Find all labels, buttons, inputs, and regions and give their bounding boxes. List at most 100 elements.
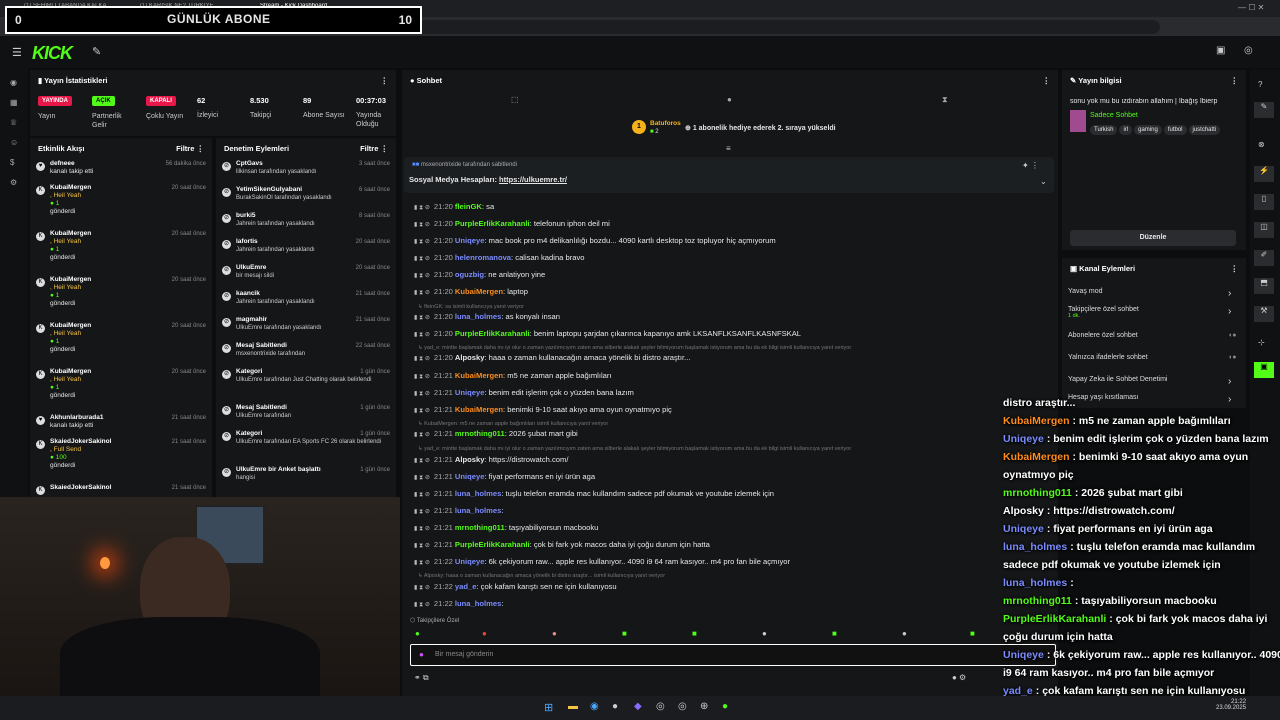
chat-message[interactable]: ▮ ⧗ ⊘ 21:20 luna_holmes: as konyalı insan xyxy=(414,312,560,322)
message-actions-icon[interactable]: ▮ ⧗ ⊘ xyxy=(414,458,430,464)
message-actions-icon[interactable]: ▮ ⧗ ⊘ xyxy=(414,205,430,211)
expand-icon[interactable]: ⌄ xyxy=(1040,177,1047,186)
chat-message[interactable]: ▮ ⧗ ⊘ 21:22 Uniqeye: 6k çekiyorum raw... a… xyxy=(414,557,790,567)
stream-tag[interactable]: Turkish xyxy=(1090,125,1118,135)
activity-item[interactable]: K KubaiMergen, Heil Yeah ● 1 gönderdi 20 saa… xyxy=(30,184,212,216)
message-actions-icon[interactable]: ▮ ⧗ ⊘ xyxy=(414,239,430,245)
message-username[interactable]: oguzbig xyxy=(455,270,484,279)
community-icon[interactable]: ☺ xyxy=(10,138,19,147)
clock[interactable]: 21:22 23.09.2025 xyxy=(1216,699,1246,711)
message-actions-icon[interactable]: ▮ ⧗ ⊘ xyxy=(414,408,430,414)
dashboard-icon[interactable]: ▦ xyxy=(10,98,19,107)
message-actions-icon[interactable]: ▮ ⧗ ⊘ xyxy=(414,492,430,498)
message-username[interactable]: luna_holmes xyxy=(455,312,501,321)
chat-message[interactable]: ▮ ⧗ ⊘ 21:21 KubaiMergen: m5 ne zaman apple… xyxy=(414,371,612,381)
message-username[interactable]: luna_holmes xyxy=(455,599,501,608)
message-actions-icon[interactable]: ▮ ⧗ ⊘ xyxy=(414,356,430,362)
moderation-item[interactable]: ⊘ Mesaj Sabitlendi UlkuEmre tarafından 1 gü… xyxy=(216,404,396,420)
kick-logo[interactable]: KICK xyxy=(32,43,73,64)
activity-item[interactable]: K KubaiMergen, Heil Yeah ● 1 gönderdi 20 saa… xyxy=(30,276,212,308)
chat-message[interactable]: ▮ ⧗ ⊘ 21:21 KubaiMergen: benimki 9-10 saat… xyxy=(414,405,672,415)
chat-message[interactable]: ▮ ⧗ ⊘ 21:20 oguzbig: ne anlatiyon yine xyxy=(414,270,545,280)
moderation-item[interactable]: ⊘ kaancik Jahrein tarafından yasaklandı 21 … xyxy=(216,290,396,306)
chat-message[interactable]: ▮ ⧗ ⊘ 21:20 fleinGK: sa xyxy=(414,202,494,212)
chat-message[interactable]: ▮ ⧗ ⊘ 21:20 PurpleErlikKarahanli: telefonu… xyxy=(414,219,610,229)
chat-message[interactable]: ▮ ⧗ ⊘ 21:20 Uniqeye: mac book pro m4 delik… xyxy=(414,236,776,246)
moderation-filter-button[interactable]: Filtre xyxy=(360,144,378,153)
stream-tag[interactable]: irl xyxy=(1119,125,1133,135)
stream-tag[interactable]: gaming xyxy=(1134,125,1162,135)
message-actions-icon[interactable]: ▮ ⧗ ⊘ xyxy=(414,585,430,591)
moderation-item[interactable]: ⊘ lafortis Jahrein tarafından yasaklandı 20… xyxy=(216,238,396,254)
chat-menu-icon[interactable]: ⋮ xyxy=(1043,76,1051,85)
message-actions-icon[interactable]: ▮ ⧗ ⊘ xyxy=(414,543,430,549)
activity-item[interactable]: K KubaiMergen, Heil Yeah ● 1 gönderdi 20 saa… xyxy=(30,368,212,400)
moderation-item[interactable]: ⊘ UlkuEmre bir mesajı sildi 20 saat önce xyxy=(216,264,396,280)
moderation-item[interactable]: ⊘ burki5 Jahrein tarafından yasaklandı 8 sa… xyxy=(216,212,396,228)
chat-message[interactable]: ▮ ⧗ ⊘ 21:21 PurpleErlikKarahanli: çok bi f… xyxy=(414,540,710,550)
chat-message[interactable]: ▮ ⧗ ⊘ 21:21 mrnothing011: taşıyabiliyorsun… xyxy=(414,523,598,533)
tools-icon[interactable]: ✎ xyxy=(92,45,101,58)
stream-tag[interactable]: justchatti xyxy=(1188,125,1221,135)
steam-icon[interactable]: ● xyxy=(612,701,618,712)
message-actions-icon[interactable]: ▮ ⧗ ⊘ xyxy=(414,290,430,296)
message-username[interactable]: mrnothing011 xyxy=(455,523,505,532)
action-control[interactable]: › xyxy=(1228,394,1231,405)
moderation-item[interactable]: ⊘ Mesaj Sabitlendi msxenontrixide tarafınd… xyxy=(216,342,396,358)
moderation-item[interactable]: ⊘ Kategori UlkuEmre tarafından EA Sports F… xyxy=(216,430,396,446)
channel-action[interactable]: Yalnızca ifadelerle sohbet ◖● xyxy=(1068,354,1236,361)
action-control[interactable]: › xyxy=(1228,376,1231,387)
action-control[interactable]: › xyxy=(1228,306,1231,317)
chat-tools-icons[interactable]: ● ⚙ xyxy=(952,673,966,682)
folder-icon[interactable]: ▬ xyxy=(568,701,578,712)
activity-filter-button[interactable]: Filtre xyxy=(176,144,194,153)
channel-actions-menu-icon[interactable]: ⋮ xyxy=(1231,264,1239,273)
hype-user[interactable]: Batuforos xyxy=(650,120,681,127)
moderation-item[interactable]: ⊘ magmahir UlkuEmre tarafından yasaklandı 2… xyxy=(216,316,396,332)
moderation-item[interactable]: ⊘ Kategori UlkuEmre tarafından Just Chatti… xyxy=(216,368,396,384)
app2-icon[interactable]: ◎ xyxy=(678,701,687,712)
message-username[interactable]: Uniqeye xyxy=(455,472,485,481)
wrench-icon[interactable]: ⚒ xyxy=(1254,306,1274,322)
activity-item[interactable]: ♥ Akhunlarburada1 kanalı takip etti 21 saat… xyxy=(30,414,212,430)
message-username[interactable]: fleinGK xyxy=(455,202,482,211)
discord-icon[interactable]: ◆ xyxy=(634,701,642,712)
browser-icon[interactable]: ◉ xyxy=(590,701,599,712)
target-icon[interactable]: ⊗ xyxy=(1258,140,1265,149)
pinned-link[interactable]: https://ulkuemre.tr/ xyxy=(499,175,567,184)
stats-menu-icon[interactable]: ⋮ xyxy=(381,76,389,85)
chat-message[interactable]: ▮ ⧗ ⊘ 21:21 Uniqeye: fiyat performans en i… xyxy=(414,472,595,482)
message-username[interactable]: luna_holmes xyxy=(455,489,501,498)
channel-action[interactable]: Yavaş mod › xyxy=(1068,288,1231,299)
chat-bubble-icon[interactable]: ◫ xyxy=(1254,222,1274,238)
message-actions-icon[interactable]: ▮ ⧗ ⊘ xyxy=(414,526,430,532)
message-username[interactable]: Uniqeye xyxy=(455,388,485,397)
message-actions-icon[interactable]: ▮ ⧗ ⊘ xyxy=(414,273,430,279)
message-username[interactable]: PurpleErlikKarahanli xyxy=(455,540,530,549)
message-actions-icon[interactable]: ▮ ⧗ ⊘ xyxy=(414,222,430,228)
chat-message[interactable]: ▮ ⧗ ⊘ 21:21 Uniqeye: benim edit işlerim ço… xyxy=(414,388,634,398)
message-actions-icon[interactable]: ▮ ⧗ ⊘ xyxy=(414,391,430,397)
message-actions-icon[interactable]: ▮ ⧗ ⊘ xyxy=(414,432,430,438)
bolt-icon[interactable]: ⚡ xyxy=(1254,166,1274,182)
pin-icon[interactable]: ✦ ⋮ xyxy=(1022,161,1039,170)
chat-tab-icon-3[interactable]: ⧗ xyxy=(942,95,948,105)
moderation-item[interactable]: ⊘ YetimSikenGulyabani BurakSakinOl tarafın… xyxy=(216,186,396,202)
activity-item[interactable]: K KubaiMergen, Heil Yeah ● 1 gönderdi 20 saa… xyxy=(30,322,212,354)
activity-item[interactable]: ♥ defneee kanalı takip etti 56 dakika önce xyxy=(30,160,212,176)
layers-icon[interactable]: ⬒ xyxy=(1254,278,1274,294)
action-control[interactable]: › xyxy=(1228,288,1231,299)
message-actions-icon[interactable]: ▮ ⧗ ⊘ xyxy=(414,315,430,321)
kick-green-icon[interactable]: ▣ xyxy=(1254,362,1274,378)
message-username[interactable]: Alposky xyxy=(455,353,485,362)
chat-tab-icon-2[interactable]: ● xyxy=(727,95,732,104)
edit-icon[interactable]: ✎ xyxy=(1254,102,1274,118)
moderation-item[interactable]: ⊘ UlkuEmre bir Anket başlattı hangisi 1 gün… xyxy=(216,466,396,482)
settings-icon[interactable]: ⚙ xyxy=(10,178,19,187)
chat-message[interactable]: ▮ ⧗ ⊘ 21:20 KubaiMergen: laptop xyxy=(414,287,528,297)
stream-icon[interactable]: ◉ xyxy=(10,78,19,87)
message-username[interactable]: Uniqeye xyxy=(455,557,485,566)
channel-action[interactable]: Hesap yaşı kısıtlaması › xyxy=(1068,394,1231,405)
chat-input-placeholder[interactable]: Bir mesaj gönderin xyxy=(435,651,493,658)
brush-icon[interactable]: ✐ xyxy=(1254,250,1274,266)
